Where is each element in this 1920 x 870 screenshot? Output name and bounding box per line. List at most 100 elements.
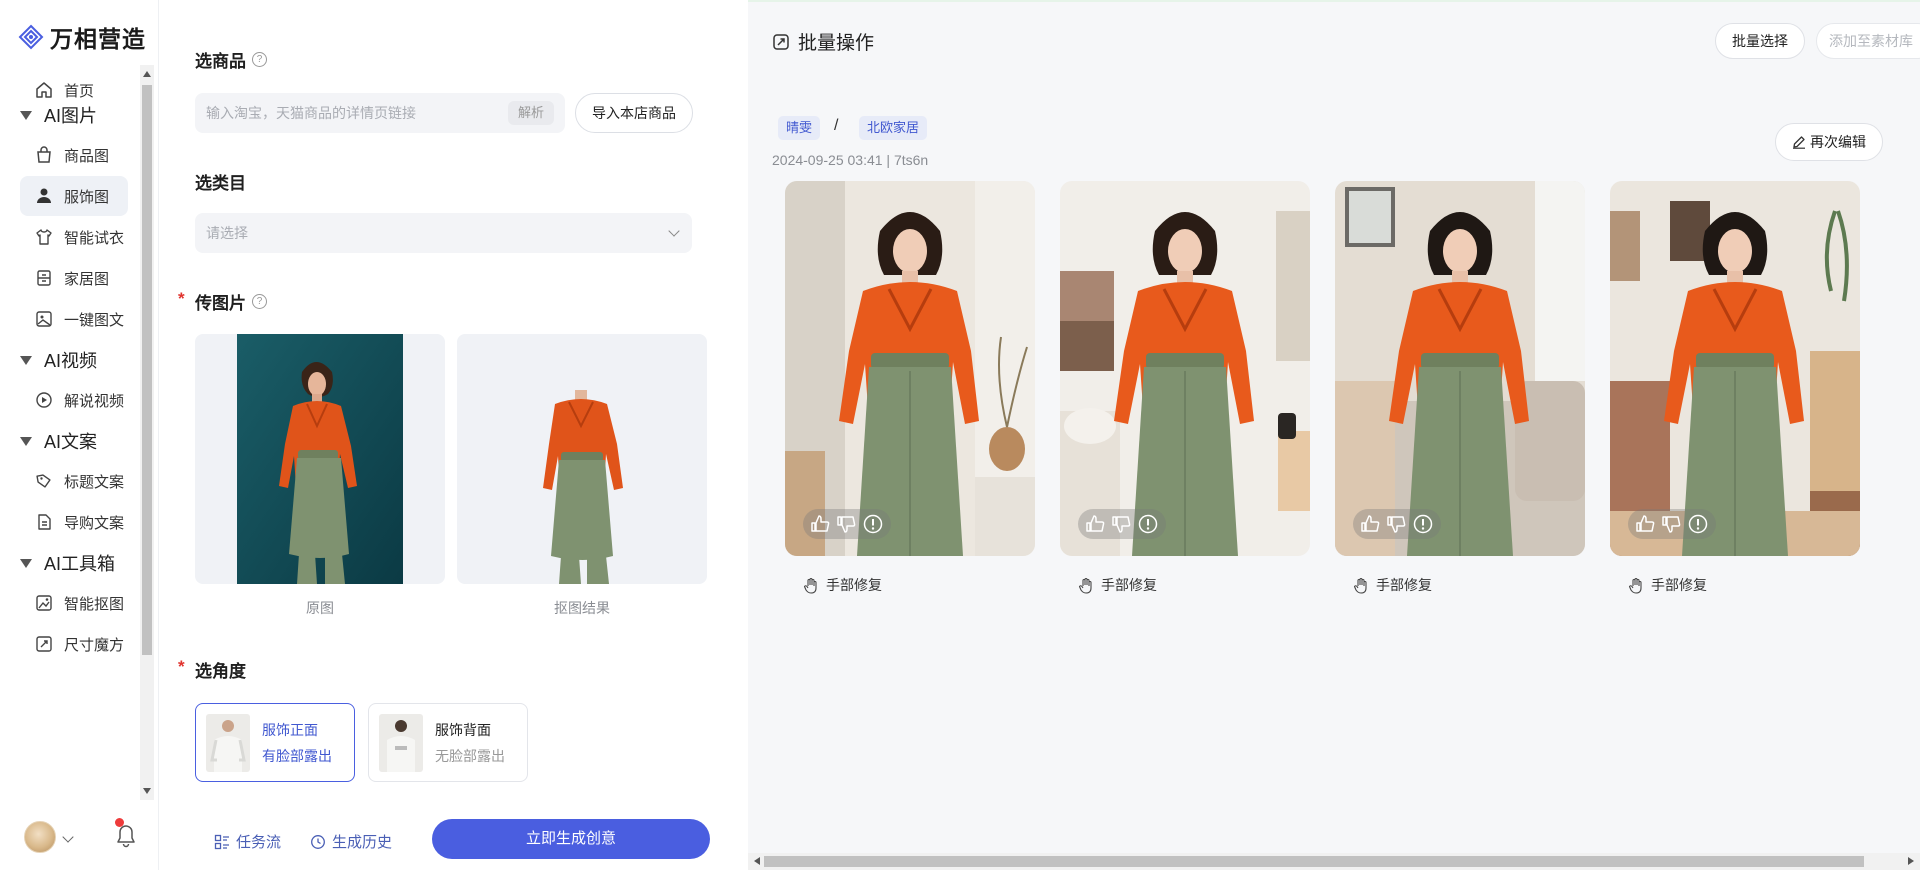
angle-option-title: 服饰背面: [435, 722, 491, 738]
result-image-card[interactable]: [1060, 181, 1310, 556]
sidebar-item-label: 导购文案: [64, 514, 125, 532]
sidebar-item-home-furnishing[interactable]: 家居图: [20, 258, 128, 298]
history-link[interactable]: 生成历史: [310, 831, 392, 852]
sidebar-item-label: 首页: [64, 82, 95, 100]
resize-icon: [36, 636, 52, 652]
clock-icon: [311, 834, 325, 849]
section-title-text: 选角度: [195, 662, 246, 681]
hand-icon: [1628, 577, 1642, 594]
sidebar-scrollbar[interactable]: [140, 65, 154, 800]
result-image-card[interactable]: [1335, 181, 1585, 556]
collapse-caret-icon: [20, 355, 32, 365]
tag-icon: [36, 474, 51, 488]
avatar[interactable]: [24, 821, 56, 853]
sidebar-item-product-image[interactable]: 商品图: [20, 135, 128, 175]
sidebar-group-label: AI图片: [44, 106, 98, 126]
product-link-input[interactable]: [195, 93, 485, 133]
sidebar-group-ai-video[interactable]: AI视频: [20, 345, 97, 375]
task-flow-link[interactable]: 任务流: [214, 831, 281, 852]
scroll-right-arrow-icon[interactable]: [1908, 857, 1914, 865]
sidebar-item-one-click-graphic[interactable]: 一键图文: [20, 299, 128, 339]
thumbs-down-icon[interactable]: [835, 512, 859, 536]
hand-repair-button[interactable]: 手部修复: [1353, 575, 1432, 595]
category-select[interactable]: 请选择: [195, 213, 692, 253]
reedit-button[interactable]: 再次编辑: [1775, 123, 1883, 161]
thumbs-up-icon[interactable]: [1084, 512, 1108, 536]
home-icon: [36, 82, 52, 98]
angle-option-front[interactable]: 服饰正面 有脸部露出: [195, 703, 355, 782]
sidebar-group-ai-image[interactable]: AI图片: [20, 100, 97, 130]
sidebar-item-virtual-tryon[interactable]: 智能试衣: [20, 217, 128, 257]
logo[interactable]: 万相营造: [18, 20, 146, 54]
sidebar-item-smart-cutout[interactable]: 智能抠图: [20, 583, 128, 623]
hand-repair-button[interactable]: 手部修复: [1628, 575, 1707, 595]
scroll-up-arrow-icon[interactable]: [143, 71, 151, 77]
batch-operation-header: 批量操作: [772, 28, 874, 55]
result-panel: 批量操作 批量选择 添加至素材库 晴雯 / 北欧家居 2024-09-25 03…: [748, 0, 1920, 870]
cutout-image-card[interactable]: [457, 334, 707, 584]
report-icon[interactable]: [861, 512, 885, 536]
scroll-down-arrow-icon[interactable]: [143, 788, 151, 794]
report-icon[interactable]: [1686, 512, 1710, 536]
horizontal-scrollbar[interactable]: [748, 853, 1920, 870]
result-image-card[interactable]: [785, 181, 1035, 556]
result-image-card[interactable]: [1610, 181, 1860, 556]
model-tag[interactable]: 晴雯: [778, 116, 821, 140]
sidebar-group-ai-toolbox[interactable]: AI工具箱: [20, 548, 115, 578]
hand-icon: [1353, 577, 1367, 594]
thumbs-down-icon[interactable]: [1660, 512, 1684, 536]
sidebar-group-label: AI文案: [44, 432, 98, 452]
generate-button[interactable]: 立即生成创意: [432, 819, 710, 859]
logo-mark-icon: [18, 24, 44, 50]
section-title-angle: 选角度: [195, 657, 246, 682]
add-to-library-button[interactable]: 添加至素材库: [1816, 23, 1920, 59]
sidebar-item-label: 家居图: [64, 270, 110, 288]
section-title-product: 选商品 ?: [195, 47, 267, 72]
original-image-card[interactable]: [195, 334, 445, 584]
thumbs-up-icon[interactable]: [1359, 512, 1383, 536]
import-store-product-button[interactable]: 导入本店商品: [575, 93, 693, 133]
sidebar-item-shopping-copy[interactable]: 导购文案: [20, 502, 128, 542]
hand-repair-label: 手部修复: [1651, 577, 1707, 593]
parse-button[interactable]: 解析: [507, 101, 554, 125]
scrollbar-thumb[interactable]: [142, 85, 152, 655]
help-icon[interactable]: ?: [252, 52, 267, 67]
report-icon[interactable]: [1136, 512, 1160, 536]
notification-dot: [115, 818, 124, 827]
sidebar-item-size-cube[interactable]: 尺寸魔方: [20, 624, 128, 664]
result-image: [785, 181, 1035, 556]
chevron-down-icon[interactable]: [62, 831, 74, 843]
batch-operation-icon: [773, 33, 789, 50]
thumbs-up-icon[interactable]: [809, 512, 833, 536]
required-asterisk: *: [178, 657, 185, 676]
pencil-icon: [1793, 136, 1805, 149]
history-label: 生成历史: [332, 834, 393, 851]
cutout-image-caption: 抠图结果: [554, 600, 610, 616]
scene-tag[interactable]: 北欧家居: [859, 116, 928, 140]
collapse-caret-icon: [20, 110, 32, 120]
batch-operation-title: 批量操作: [798, 33, 875, 54]
sidebar-item-title-copy[interactable]: 标题文案: [20, 461, 128, 501]
report-icon[interactable]: [1411, 512, 1435, 536]
category-select-placeholder: 请选择: [206, 225, 248, 241]
result-meta: 2024-09-25 03:41 | 7ts6n: [772, 152, 929, 168]
document-icon: [38, 514, 51, 530]
hand-repair-button[interactable]: 手部修复: [1078, 575, 1157, 595]
sidebar-item-label: 一键图文: [64, 311, 125, 329]
cutout-result-image: [543, 390, 623, 584]
thumbs-up-icon[interactable]: [1634, 512, 1658, 536]
scrollbar-thumb[interactable]: [764, 856, 1864, 867]
hand-repair-button[interactable]: 手部修复: [803, 575, 882, 595]
hand-repair-label: 手部修复: [826, 577, 882, 593]
thumbs-down-icon[interactable]: [1385, 512, 1409, 536]
scroll-left-arrow-icon[interactable]: [754, 857, 760, 865]
sidebar-item-narration-video[interactable]: 解说视频: [20, 380, 128, 420]
thumbs-down-icon[interactable]: [1110, 512, 1134, 536]
sidebar-item-apparel-image[interactable]: 服饰图: [20, 176, 128, 216]
angle-option-title: 服饰正面: [262, 722, 318, 738]
task-flow-icon: [214, 834, 229, 849]
batch-select-button[interactable]: 批量选择: [1715, 23, 1805, 59]
angle-option-back[interactable]: 服饰背面 无脸部露出: [368, 703, 528, 782]
sidebar-group-ai-copy[interactable]: AI文案: [20, 426, 97, 456]
help-icon[interactable]: ?: [252, 294, 267, 309]
